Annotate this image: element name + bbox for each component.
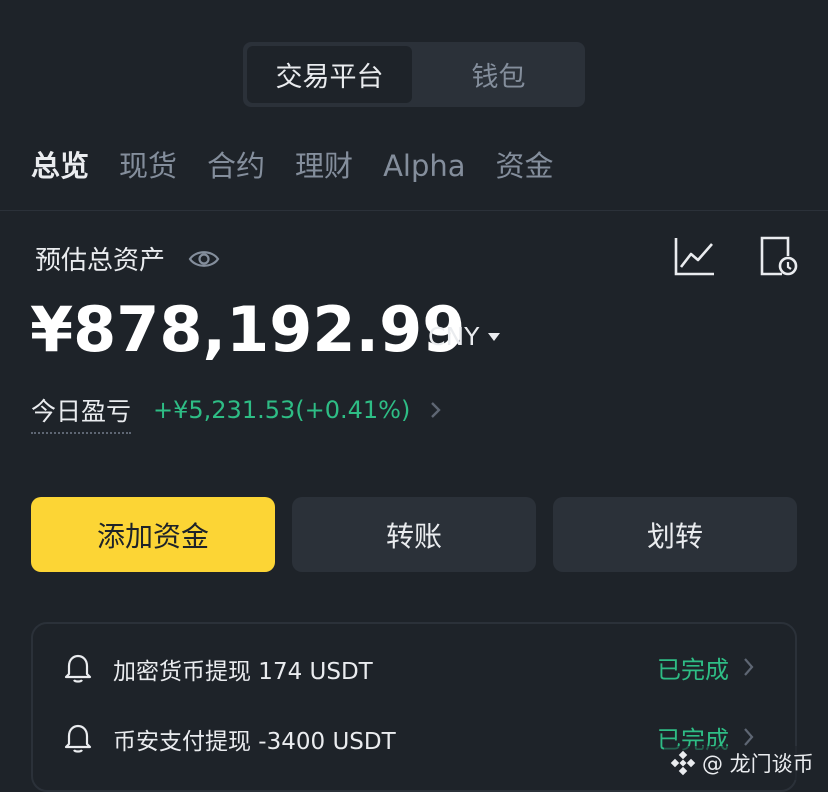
tab-earn[interactable]: 理财 [295,140,353,192]
bell-icon [64,724,92,753]
asset-tabs: 总览 现货 合约 理财 Alpha 资金 [31,140,584,192]
toggle-wallet[interactable]: 钱包 [416,46,581,103]
transfer-button[interactable]: 转账 [292,497,536,572]
notification-text: 加密货币提现 174 USDT [113,659,373,685]
chevron-right-icon[interactable] [428,398,444,422]
chart-icon[interactable] [672,234,716,278]
tab-funding[interactable]: 资金 [496,140,554,192]
pnl-value: +¥5,231.53(+0.41%) [153,396,411,424]
tabs-divider [0,210,828,211]
tab-spot[interactable]: 现货 [119,140,177,192]
tab-overview[interactable]: 总览 [31,140,89,192]
pnl-label[interactable]: 今日盈亏 [31,392,132,434]
platform-toggle: 交易平台 钱包 [243,42,585,107]
toggle-exchange[interactable]: 交易平台 [247,46,412,103]
currency-selector[interactable]: CNY [428,322,501,351]
watermark: @ 龙门谈币 [664,746,820,780]
notification-item[interactable]: 加密货币提现 174 USDT 已完成 [33,638,795,698]
currency-label: CNY [428,322,480,351]
estimated-balance-label: 预估总资产 [35,246,166,276]
chevron-right-icon [744,728,754,746]
watermark-text: @ 龙门谈币 [702,752,814,776]
chevron-right-icon [744,658,754,676]
add-funds-button[interactable]: 添加资金 [31,497,275,572]
tab-alpha[interactable]: Alpha [383,140,465,192]
notification-status: 已完成 [657,656,729,684]
bell-icon [64,654,92,683]
total-balance: ¥878,192.99 [30,293,466,366]
notification-text: 币安支付提现 -3400 USDT [113,729,396,755]
history-icon[interactable] [756,234,800,278]
tab-futures[interactable]: 合约 [207,140,265,192]
binance-logo-icon [670,750,696,776]
caret-down-icon [488,332,501,341]
eye-icon[interactable] [188,245,220,273]
internal-transfer-button[interactable]: 划转 [553,497,797,572]
